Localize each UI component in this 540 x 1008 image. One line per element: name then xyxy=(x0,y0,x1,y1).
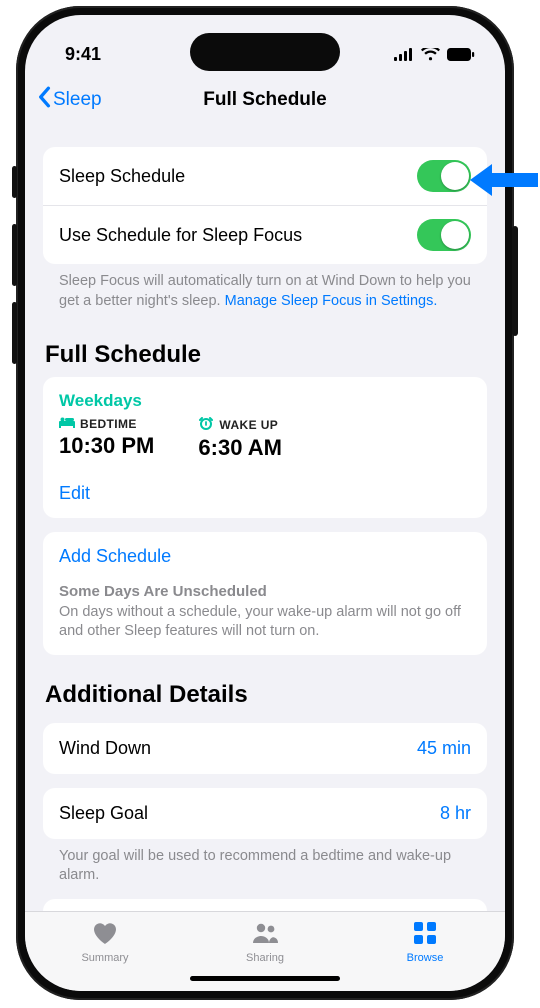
back-label: Sleep xyxy=(53,89,102,111)
chevron-left-icon xyxy=(37,86,51,114)
schedule-toggles-group: Sleep Schedule Use Schedule for Sleep Fo… xyxy=(43,147,487,264)
edit-schedule-link[interactable]: Edit xyxy=(59,483,90,504)
sleep-goal-value: 8 hr xyxy=(440,803,471,824)
sleep-goal-footer: Your goal will be used to recommend a be… xyxy=(43,839,487,885)
sleep-schedule-toggle[interactable] xyxy=(417,160,471,192)
unscheduled-text: On days without a schedule, your wake-up… xyxy=(59,603,471,641)
schedule-days: Weekdays xyxy=(59,391,471,411)
add-schedule-link[interactable]: Add Schedule xyxy=(59,546,471,567)
bedtime-label: BEDTIME xyxy=(80,417,137,431)
wind-down-label: Wind Down xyxy=(59,738,151,759)
toggles-footer: Sleep Focus will automatically turn on a… xyxy=(43,264,487,315)
sleep-goal-row[interactable]: Sleep Goal 8 hr xyxy=(43,788,487,839)
full-schedule-heading: Full Schedule xyxy=(45,341,485,369)
status-time: 9:41 xyxy=(65,44,101,65)
callout-arrow xyxy=(468,158,538,207)
wind-down-value: 45 min xyxy=(417,738,471,759)
alarm-icon xyxy=(198,417,214,433)
cellular-icon xyxy=(394,48,414,61)
manage-focus-link[interactable]: Manage Sleep Focus in Settings. xyxy=(225,293,438,309)
heart-icon xyxy=(91,920,119,949)
page-title: Full Schedule xyxy=(203,89,327,111)
content-scroll[interactable]: Sleep Schedule Use Schedule for Sleep Fo… xyxy=(25,125,505,911)
wake-label: WAKE UP xyxy=(219,418,278,432)
tab-browse[interactable]: Browse xyxy=(365,920,485,964)
wifi-icon xyxy=(421,48,440,61)
wake-value: 6:30 AM xyxy=(198,435,282,461)
tab-summary[interactable]: Summary xyxy=(45,920,165,964)
use-focus-label: Use Schedule for Sleep Focus xyxy=(59,225,302,246)
sleep-goal-label: Sleep Goal xyxy=(59,803,148,824)
weekdays-schedule-card: Weekdays BEDTIME 10:30 PM xyxy=(43,377,487,518)
grid-icon xyxy=(411,920,439,949)
sleep-schedule-label: Sleep Schedule xyxy=(59,166,185,187)
battery-icon xyxy=(447,48,475,61)
tab-browse-label: Browse xyxy=(407,952,444,964)
tab-sharing-label: Sharing xyxy=(246,952,284,964)
back-button[interactable]: Sleep xyxy=(37,86,102,114)
tab-bar: Summary Sharing Browse xyxy=(25,911,505,991)
bedtime-value: 10:30 PM xyxy=(59,433,154,459)
additional-details-heading: Additional Details xyxy=(45,681,485,709)
truncated-row xyxy=(43,899,487,912)
sleep-schedule-row: Sleep Schedule xyxy=(43,147,487,205)
nav-bar: Sleep Full Schedule xyxy=(25,75,505,125)
tab-summary-label: Summary xyxy=(81,952,128,964)
bed-icon xyxy=(59,417,75,431)
home-indicator xyxy=(190,976,340,981)
unscheduled-title: Some Days Are Unscheduled xyxy=(59,583,471,600)
use-focus-row: Use Schedule for Sleep Focus xyxy=(43,205,487,264)
tab-sharing[interactable]: Sharing xyxy=(205,920,325,964)
people-icon xyxy=(251,920,279,949)
wind-down-row[interactable]: Wind Down 45 min xyxy=(43,723,487,774)
add-schedule-card: Add Schedule Some Days Are Unscheduled O… xyxy=(43,532,487,655)
use-focus-toggle[interactable] xyxy=(417,219,471,251)
